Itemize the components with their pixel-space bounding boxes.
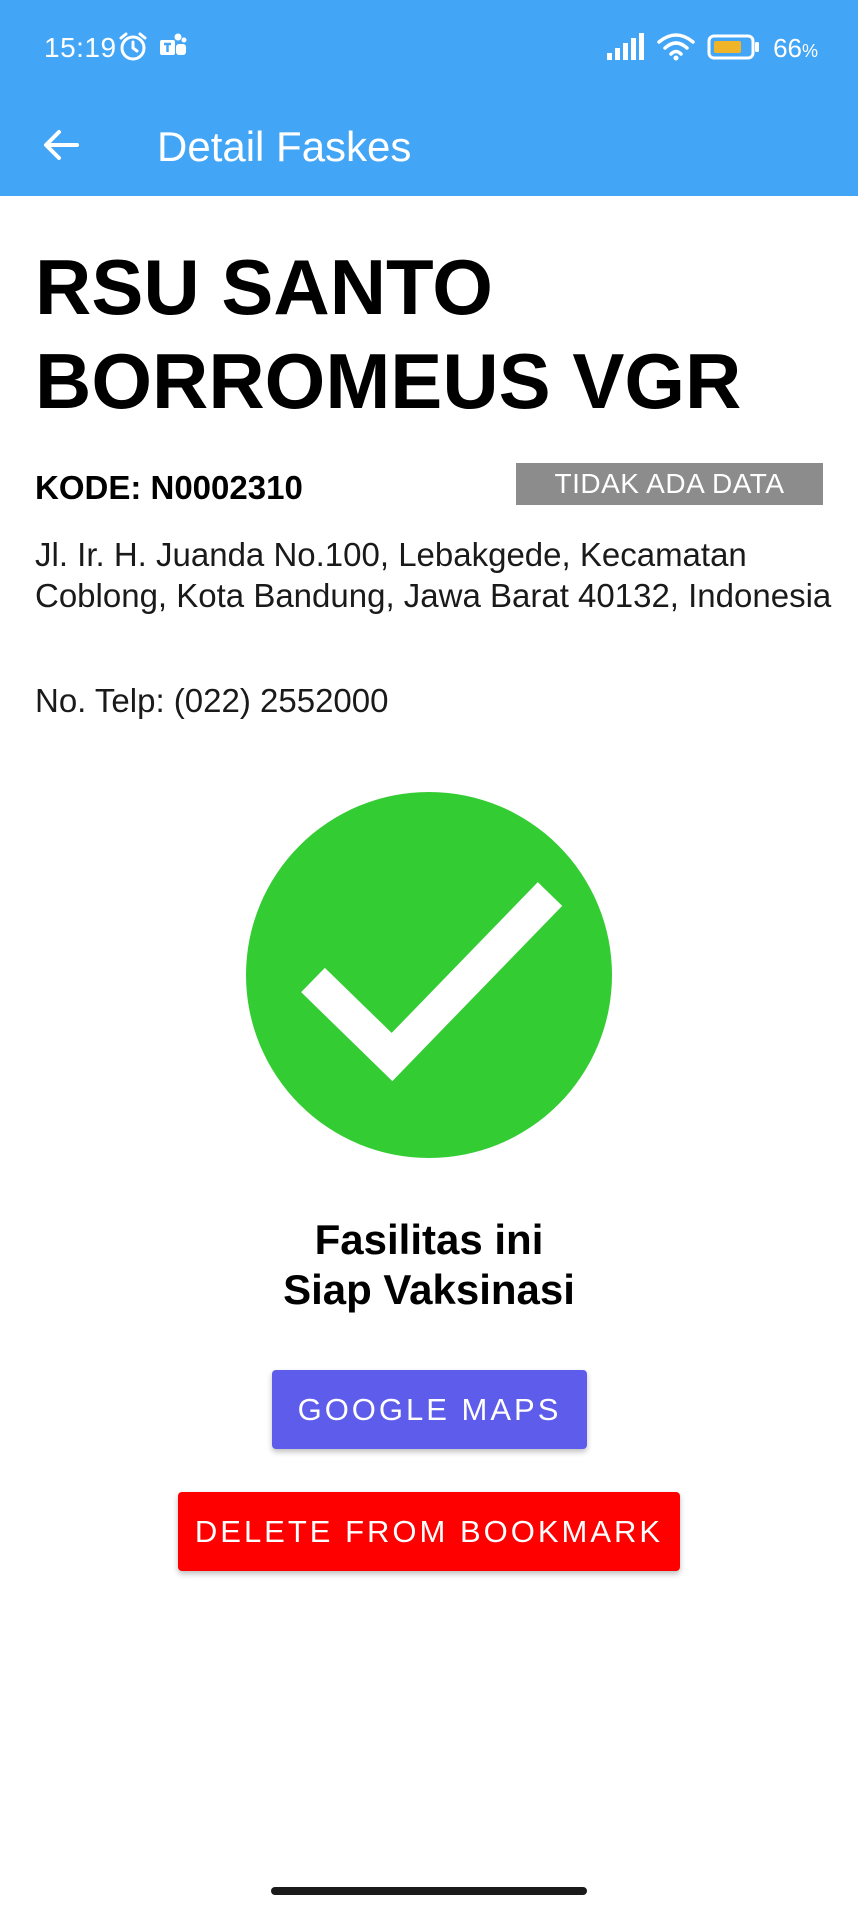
battery-percent: 66%	[773, 30, 818, 69]
check-circle-icon	[246, 792, 612, 1158]
facility-code: KODE: N0002310	[35, 469, 303, 506]
facility-phone: No. Telp: (022) 2552000	[35, 682, 389, 719]
app-bar: Detail Faskes	[0, 98, 858, 196]
vaccination-status-line1: Fasilitas ini	[314, 1216, 544, 1263]
page-title: Detail Faskes	[157, 123, 412, 170]
back-button[interactable]	[28, 118, 94, 176]
facility-name: RSU SANTO BORROMEUS VGR	[35, 243, 742, 425]
teams-icon	[157, 31, 189, 68]
wifi-icon	[657, 32, 695, 67]
status-time: 15:19	[44, 32, 117, 63]
battery-icon	[707, 33, 761, 66]
alarm-icon	[117, 31, 149, 68]
vaccination-status-message: Fasilitas ini Siap Vaksinasi	[0, 1215, 858, 1315]
vaccination-status-line2: Siap Vaksinasi	[283, 1266, 575, 1313]
status-left-icons	[117, 31, 189, 68]
google-maps-button[interactable]: GOOGLE MAPS	[272, 1370, 587, 1449]
data-status-badge: TIDAK ADA DATA	[516, 463, 823, 505]
battery-percent-unit: %	[801, 41, 818, 61]
facility-address: Jl. Ir. H. Juanda No.100, Lebakgede, Kec…	[35, 536, 832, 614]
delete-bookmark-button[interactable]: DELETE FROM BOOKMARK	[178, 1492, 680, 1571]
code-row: KODE: N0002310 TIDAK ADA DATA	[35, 463, 825, 515]
signal-icon	[605, 32, 645, 67]
detail-faskes-screen: 15:19 66% Detail Faskes RSU SANTO BORROM…	[0, 0, 858, 1907]
battery-percent-value: 66	[773, 33, 802, 63]
home-indicator[interactable]	[271, 1887, 587, 1895]
status-right-icons: 66%	[605, 30, 818, 69]
status-bar: 15:19 66%	[0, 0, 858, 98]
arrow-left-icon	[41, 125, 81, 170]
